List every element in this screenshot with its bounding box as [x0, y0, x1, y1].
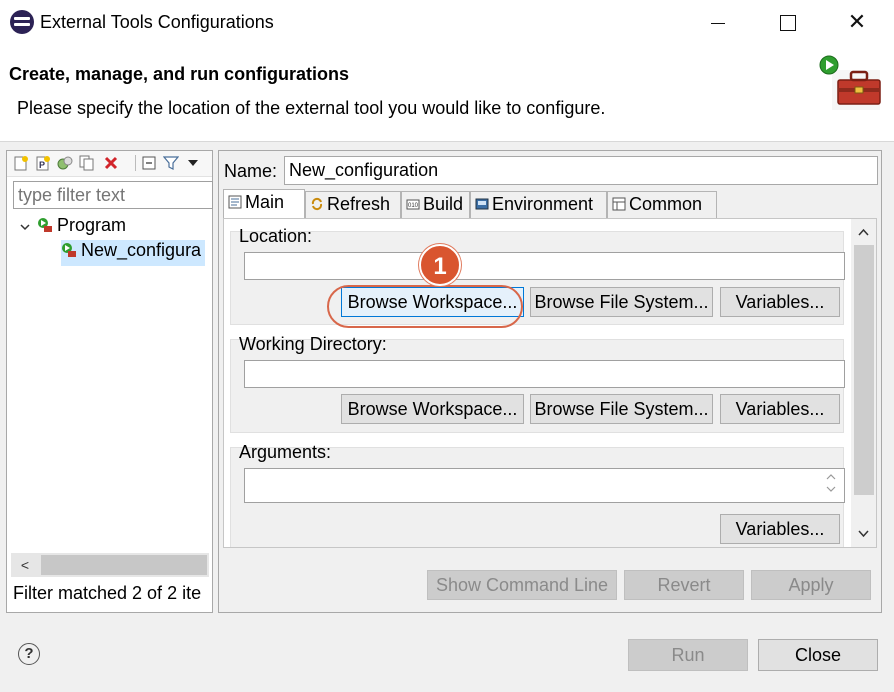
minimize-button[interactable] — [694, 8, 740, 38]
svg-text:P: P — [39, 160, 45, 170]
apply-button[interactable]: Apply — [751, 570, 871, 600]
tree-item-label: New_configura — [81, 240, 202, 260]
scroll-down-icon[interactable] — [826, 485, 836, 493]
arguments-variables-button[interactable]: Variables... — [720, 514, 840, 544]
location-field[interactable] — [244, 252, 845, 280]
page-icon — [228, 195, 242, 209]
scroll-up-icon[interactable] — [826, 473, 836, 481]
scroll-up-icon[interactable] — [851, 221, 876, 245]
tab-main[interactable]: Main — [223, 189, 305, 219]
help-icon[interactable]: ? — [18, 643, 40, 665]
window-title: External Tools Configurations — [40, 12, 274, 32]
eclipse-logo-icon — [10, 10, 34, 34]
header-title: Create, manage, and run configurations — [9, 64, 350, 84]
tab-refresh[interactable]: Refresh — [305, 191, 401, 218]
view-menu-icon[interactable] — [185, 155, 201, 171]
program-icon — [38, 218, 52, 232]
location-variables-button[interactable]: Variables... — [720, 287, 840, 317]
new-prototype-icon[interactable]: P — [35, 155, 51, 171]
arguments-group: Arguments: Variables... — [230, 442, 845, 547]
scroll-thumb[interactable] — [854, 245, 874, 495]
new-configuration-icon[interactable] — [13, 155, 29, 171]
tree-item-label: Program — [57, 215, 127, 235]
scroll-left-icon[interactable]: < — [11, 553, 39, 577]
location-group: Location: Browse Workspace... Browse Fil… — [230, 226, 845, 325]
browse-workspace-button[interactable]: Browse Workspace... — [341, 287, 524, 317]
run-button[interactable]: Run — [628, 639, 748, 671]
maximize-button[interactable] — [764, 8, 810, 38]
working-directory-label: Working Directory: — [239, 334, 387, 354]
scroll-down-icon[interactable] — [851, 521, 876, 545]
main-tab-content: Location: Browse Workspace... Browse Fil… — [223, 218, 877, 548]
svg-text:010: 010 — [408, 203, 419, 209]
tab-environment[interactable]: Environment — [470, 191, 607, 218]
wd-browse-file-system-button[interactable]: Browse File System... — [530, 394, 713, 424]
tab-label: Refresh — [327, 194, 391, 214]
collapse-all-icon[interactable] — [141, 155, 157, 171]
callout-number-badge: 1 — [419, 244, 461, 286]
tab-label: Common — [629, 194, 703, 214]
environment-icon — [475, 198, 489, 210]
list-toolbar: P — [7, 151, 212, 177]
configuration-editor: Name: Main Refresh 010Build Environment … — [218, 150, 882, 613]
arguments-field[interactable] — [244, 468, 845, 503]
filter-input[interactable] — [13, 181, 213, 209]
horizontal-scrollbar[interactable]: < — [11, 553, 209, 577]
working-directory-field[interactable] — [244, 360, 845, 388]
name-field[interactable] — [284, 156, 878, 185]
dialog-header: Create, manage, and run configurations P… — [0, 46, 894, 142]
location-label: Location: — [239, 226, 313, 246]
tab-label: Build — [423, 194, 464, 214]
revert-button[interactable]: Revert — [624, 570, 744, 600]
toolbar-separator — [135, 155, 136, 171]
filter-status: Filter matched 2 of 2 ite — [13, 583, 202, 603]
close-button[interactable]: Close — [758, 639, 878, 671]
delete-icon[interactable] — [103, 155, 119, 171]
header-message: Please specify the location of the exter… — [17, 98, 606, 118]
arguments-scrollbar[interactable] — [818, 471, 844, 501]
tree-item-program[interactable]: Program — [37, 215, 126, 241]
arguments-label: Arguments: — [239, 442, 332, 462]
toolbox-icon — [819, 55, 881, 110]
tab-label: Environment — [492, 194, 594, 214]
wd-variables-button[interactable]: Variables... — [720, 394, 840, 424]
working-directory-group: Working Directory: Browse Workspace... B… — [230, 334, 845, 433]
close-window-button[interactable]: ✕ — [834, 8, 880, 38]
vertical-scrollbar[interactable] — [851, 219, 876, 547]
configuration-list-panel: P Program New_configura < Filter matched… — [6, 150, 213, 613]
browse-file-system-button[interactable]: Browse File System... — [530, 287, 713, 317]
filter-icon[interactable] — [163, 155, 179, 171]
scroll-thumb[interactable] — [41, 555, 207, 575]
chevron-down-icon[interactable] — [19, 221, 31, 233]
tab-build[interactable]: 010 Build — [401, 191, 470, 218]
wd-browse-workspace-button[interactable]: Browse Workspace... — [341, 394, 524, 424]
program-icon — [62, 243, 76, 257]
tab-label: Main — [245, 192, 285, 212]
show-command-line-button[interactable]: Show Command Line — [427, 570, 617, 600]
duplicate-icon[interactable] — [79, 155, 95, 171]
common-icon — [612, 197, 626, 211]
refresh-icon — [311, 197, 323, 211]
name-label: Name: — [224, 161, 278, 181]
title-bar: External Tools Configurations ✕ — [0, 0, 894, 46]
tab-common[interactable]: Common — [607, 191, 717, 218]
export-icon[interactable] — [57, 155, 73, 171]
build-icon: 010 — [406, 199, 420, 210]
tree-item-new-configuration[interactable]: New_configura — [61, 240, 206, 266]
